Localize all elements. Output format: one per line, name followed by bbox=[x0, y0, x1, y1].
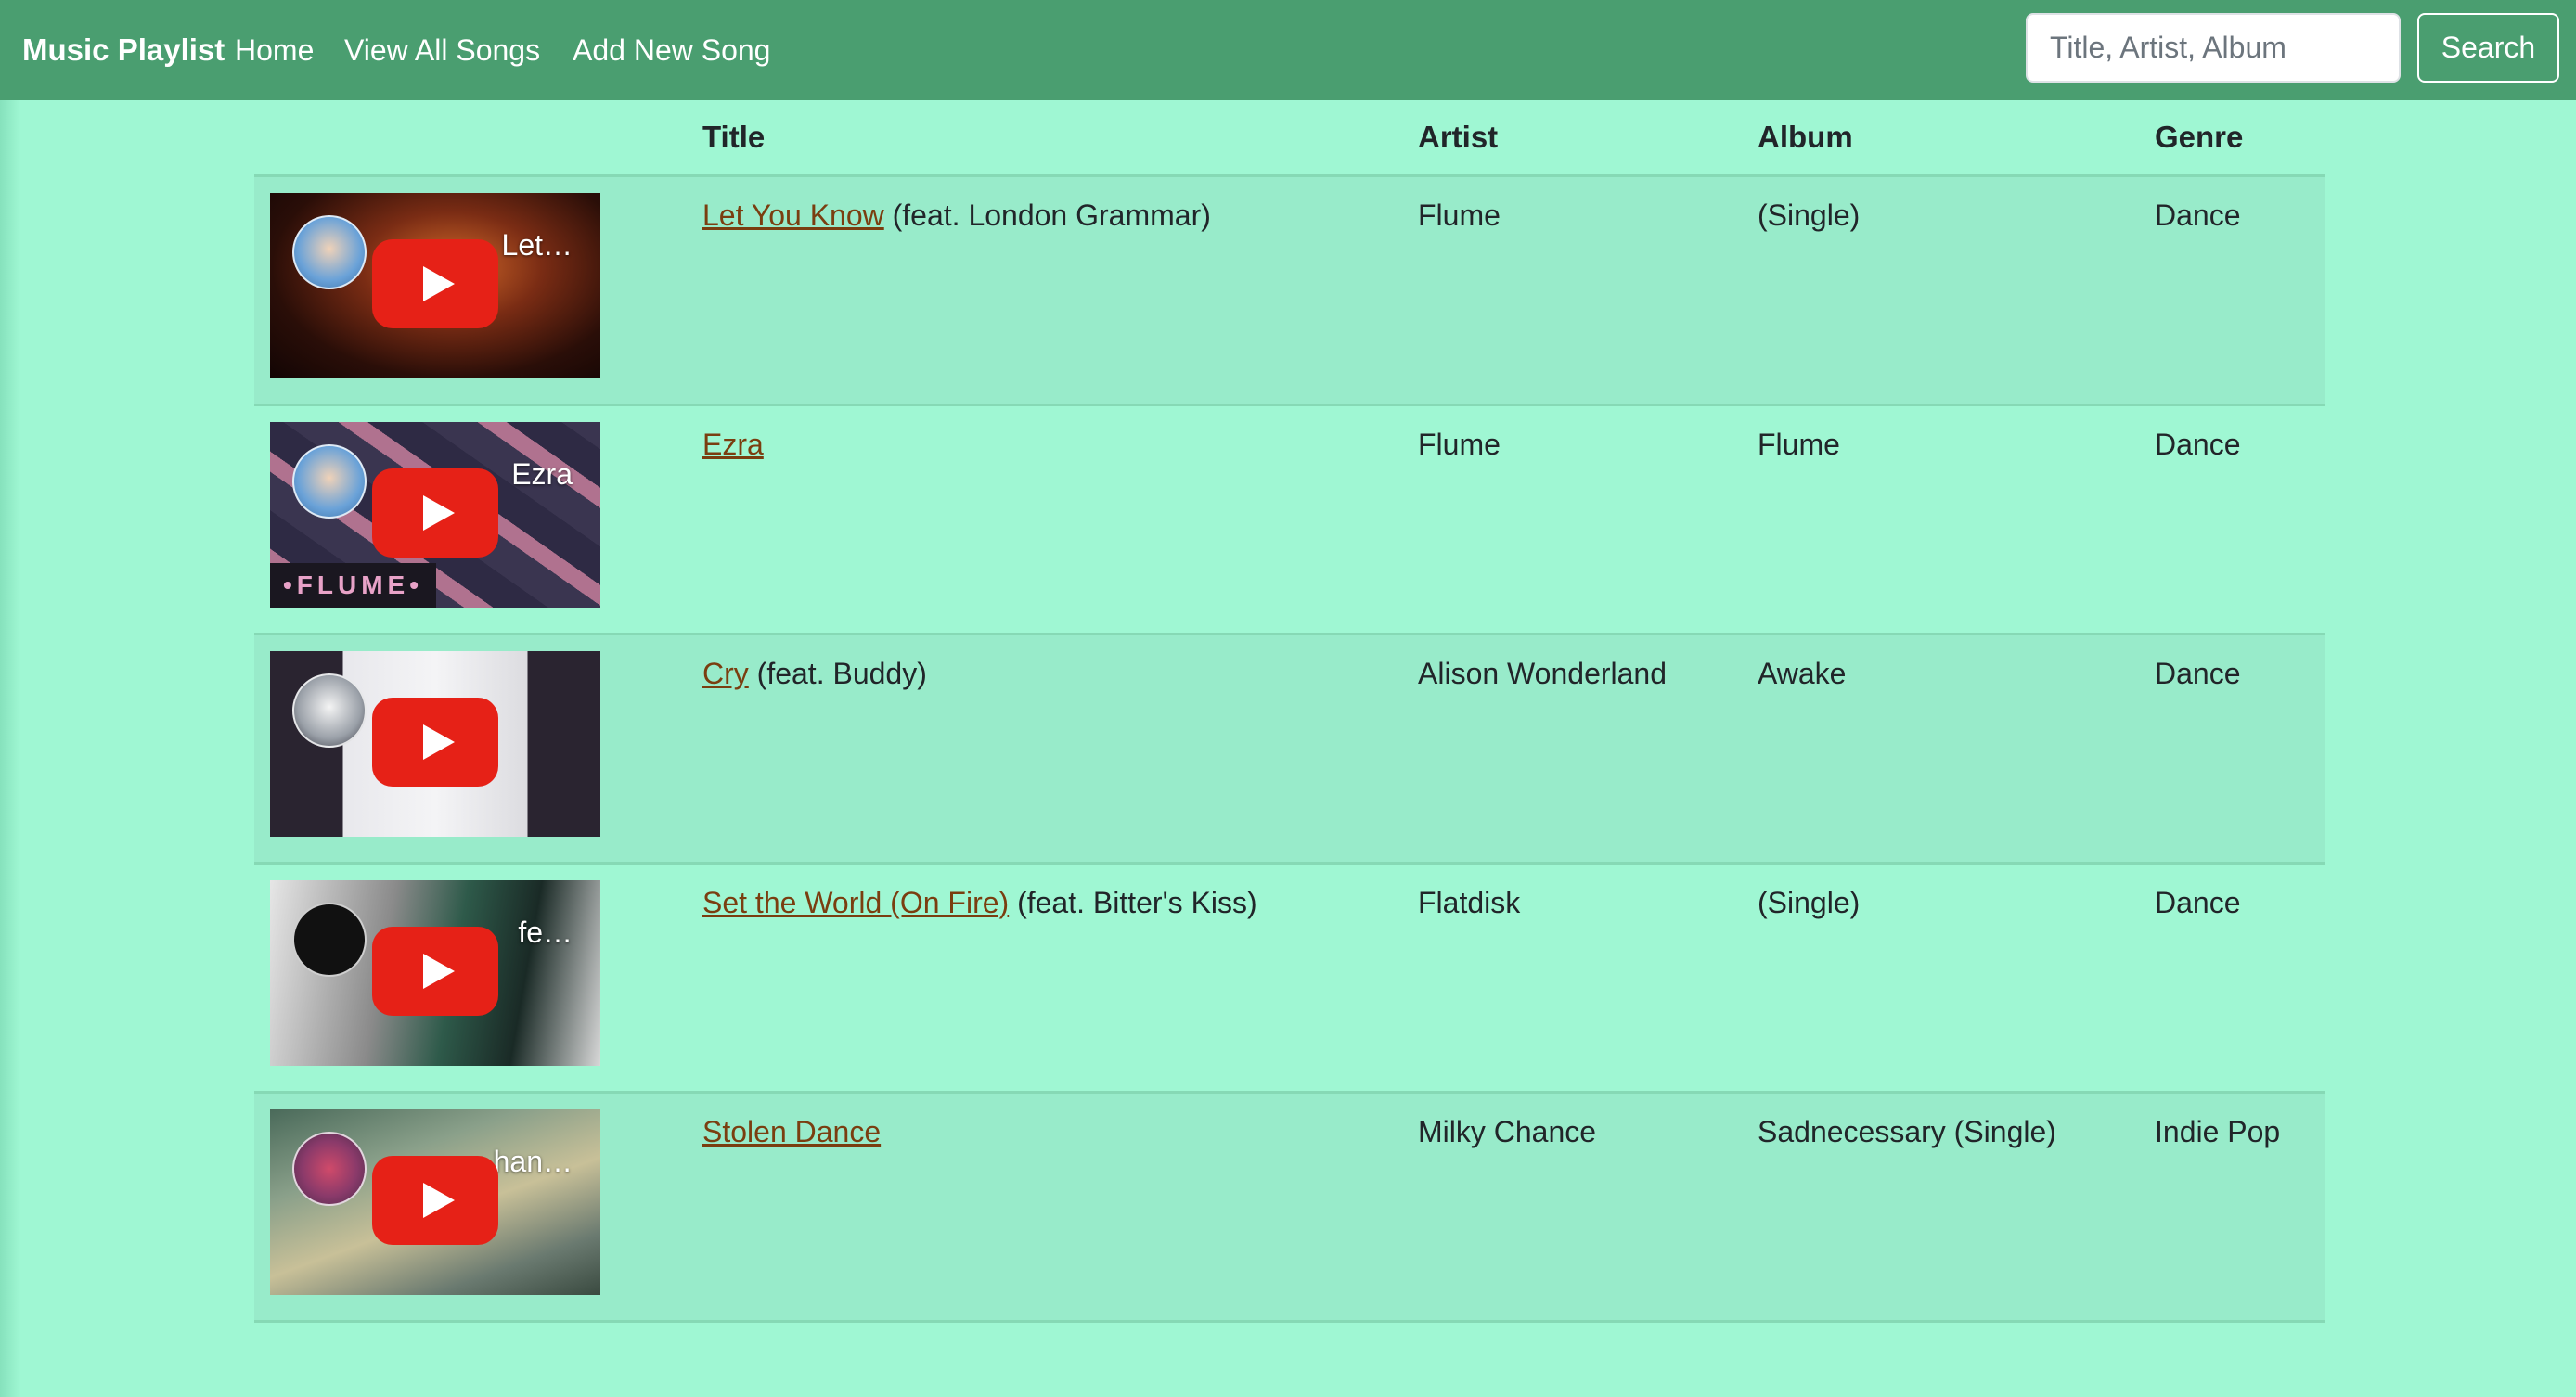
genre-cell: Dance bbox=[2155, 199, 2241, 232]
video-thumbnail[interactable]: fe… bbox=[270, 880, 600, 1066]
video-title-overlay: han… bbox=[493, 1145, 573, 1178]
artist-cell: Flume bbox=[1418, 199, 1501, 232]
genre-cell: Dance bbox=[2155, 657, 2241, 690]
youtube-play-icon[interactable] bbox=[372, 1156, 498, 1245]
channel-avatar bbox=[292, 444, 367, 519]
video-thumbnail[interactable]: Ezra •FLUME• bbox=[270, 422, 600, 608]
table-row: Cry (feat. Buddy) Alison Wonderland Awak… bbox=[254, 635, 2325, 865]
song-title-link[interactable]: Cry bbox=[702, 657, 749, 690]
song-title-link[interactable]: Ezra bbox=[702, 428, 764, 461]
youtube-play-icon[interactable] bbox=[372, 239, 498, 328]
artist-cell: Flume bbox=[1418, 428, 1501, 461]
song-title-link[interactable]: Let You Know bbox=[702, 199, 884, 232]
song-title-feat: (feat. Buddy) bbox=[748, 657, 927, 690]
table-row: Ezra •FLUME• Ezra Flume Flume Dance bbox=[254, 406, 2325, 635]
video-thumbnail[interactable] bbox=[270, 651, 600, 837]
songs-table: Title Artist Album Genre Let… Let You Kn… bbox=[254, 100, 2325, 1323]
genre-cell: Dance bbox=[2155, 886, 2241, 919]
search-input[interactable] bbox=[2026, 13, 2401, 83]
video-thumbnail[interactable]: Let… bbox=[270, 193, 600, 378]
song-title-feat: (feat. Bitter's Kiss) bbox=[1009, 886, 1257, 919]
song-title-cell: Ezra bbox=[702, 425, 764, 464]
album-cell: (Single) bbox=[1758, 886, 1861, 919]
video-title-overlay: fe… bbox=[518, 916, 573, 949]
album-cell: Flume bbox=[1758, 428, 1840, 461]
album-cell: Sadnecessary (Single) bbox=[1758, 1115, 2056, 1148]
table-header: Title Artist Album Genre bbox=[254, 100, 2325, 177]
genre-cell: Dance bbox=[2155, 428, 2241, 461]
song-title-link[interactable]: Set the World (On Fire) bbox=[702, 886, 1009, 919]
nav-link-home[interactable]: Home bbox=[235, 0, 314, 100]
song-title-cell: Cry (feat. Buddy) bbox=[702, 654, 927, 693]
page: Music Playlist Home View All Songs Add N… bbox=[0, 0, 2576, 1397]
search-button[interactable]: Search bbox=[2417, 13, 2559, 83]
channel-avatar bbox=[292, 215, 367, 289]
flume-logo-badge: •FLUME• bbox=[270, 563, 437, 608]
artist-cell: Milky Chance bbox=[1418, 1115, 1597, 1148]
video-thumbnail[interactable]: han… bbox=[270, 1109, 600, 1295]
channel-avatar bbox=[292, 673, 367, 748]
youtube-play-icon[interactable] bbox=[372, 468, 498, 558]
video-title-overlay: Let… bbox=[501, 228, 573, 262]
song-title-link[interactable]: Stolen Dance bbox=[702, 1115, 881, 1148]
table-row: fe… Set the World (On Fire) (feat. Bitte… bbox=[254, 865, 2325, 1094]
artist-cell: Alison Wonderland bbox=[1418, 657, 1668, 690]
header-album: Album bbox=[1758, 120, 1853, 154]
youtube-play-icon[interactable] bbox=[372, 927, 498, 1016]
nav-link-view-all-songs[interactable]: View All Songs bbox=[344, 0, 540, 100]
navbar-brand[interactable]: Music Playlist bbox=[22, 0, 225, 100]
left-edge-shadow bbox=[0, 100, 20, 1397]
channel-avatar bbox=[292, 903, 367, 977]
song-title-feat: (feat. London Grammar) bbox=[883, 199, 1211, 232]
song-title-cell: Let You Know (feat. London Grammar) bbox=[702, 196, 1211, 235]
header-title: Title bbox=[702, 120, 766, 154]
album-cell: (Single) bbox=[1758, 199, 1861, 232]
table-row: han… Stolen Dance Milky Chance Sadnecess… bbox=[254, 1094, 2325, 1323]
genre-cell: Indie Pop bbox=[2155, 1115, 2281, 1148]
album-cell: Awake bbox=[1758, 657, 1847, 690]
song-title-cell: Set the World (On Fire) (feat. Bitter's … bbox=[702, 883, 1257, 922]
nav-link-add-new-song[interactable]: Add New Song bbox=[573, 0, 770, 100]
video-title-overlay: Ezra bbox=[511, 457, 573, 491]
header-genre: Genre bbox=[2155, 120, 2244, 154]
artist-cell: Flatdisk bbox=[1418, 886, 1521, 919]
table-row: Let… Let You Know (feat. London Grammar)… bbox=[254, 177, 2325, 406]
navbar: Music Playlist Home View All Songs Add N… bbox=[0, 0, 2576, 100]
channel-avatar bbox=[292, 1132, 367, 1206]
header-artist: Artist bbox=[1418, 120, 1499, 154]
youtube-play-icon[interactable] bbox=[372, 698, 498, 787]
song-title-cell: Stolen Dance bbox=[702, 1112, 881, 1151]
